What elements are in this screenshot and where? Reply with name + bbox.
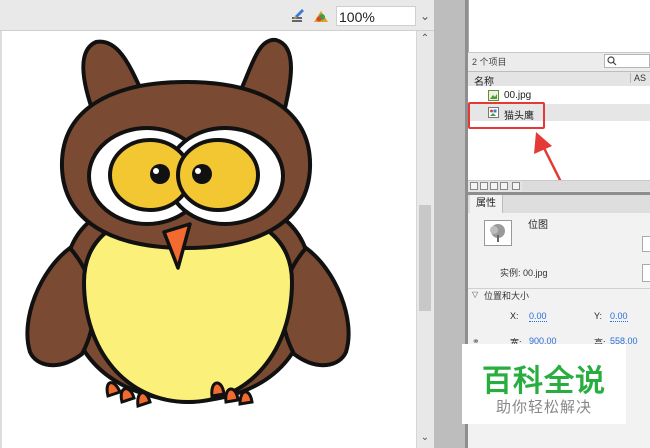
stage-canvas[interactable] [0, 31, 416, 448]
search-icon [607, 56, 617, 66]
y-value-field[interactable]: 0.00 [610, 311, 628, 322]
edit-button[interactable] [642, 264, 650, 282]
owl-bitmap [25, 37, 351, 409]
scroll-down-icon[interactable]: ⌄ [416, 430, 434, 446]
scroll-thumb[interactable] [419, 205, 431, 311]
instance-label: 实例: 00.jpg [500, 268, 548, 278]
library-item-label: 00.jpg [504, 90, 532, 101]
chevron-down-icon[interactable]: ⌄ [416, 6, 434, 26]
new-symbol-icon[interactable] [470, 182, 478, 190]
bitmap-thumbnail [484, 220, 512, 246]
edit-scene-icon[interactable] [312, 8, 330, 24]
edit-symbols-icon[interactable] [290, 8, 308, 24]
library-search-input[interactable] [604, 54, 650, 68]
watermark-title: 百科全说 [482, 365, 606, 398]
new-folder-icon[interactable] [480, 182, 488, 190]
zoom-value: 100% [339, 9, 375, 25]
zoom-select[interactable]: 100% [336, 6, 416, 26]
library-item-count: 2 个项目 [472, 57, 507, 67]
scroll-up-icon[interactable]: ⌃ [416, 31, 434, 47]
scroll-left-icon[interactable] [512, 182, 520, 190]
delete-icon[interactable] [500, 182, 508, 190]
y-label: Y: [594, 311, 603, 321]
section-title: 位置和大小 [484, 291, 530, 301]
library-column-header [468, 72, 650, 87]
collapse-triangle-icon[interactable]: ▽ [472, 290, 478, 299]
canvas-edge [0, 31, 2, 448]
bitmap-icon [488, 90, 499, 101]
properties-icon[interactable] [490, 182, 498, 190]
x-label: X: [510, 311, 519, 321]
tree-icon [490, 224, 505, 242]
column-as-header[interactable]: AS [630, 73, 646, 83]
swap-button[interactable] [642, 236, 650, 252]
library-preview [468, 0, 650, 52]
highlight-annotation-box [468, 102, 545, 129]
library-horizontal-scrollbar[interactable] [522, 181, 650, 191]
x-value-field[interactable]: 0.00 [529, 311, 547, 322]
tab-properties[interactable]: 属性 [470, 195, 503, 213]
watermark-subtitle: 助你轻松解决 [495, 399, 592, 416]
symbol-type-label: 位图 [528, 220, 548, 231]
